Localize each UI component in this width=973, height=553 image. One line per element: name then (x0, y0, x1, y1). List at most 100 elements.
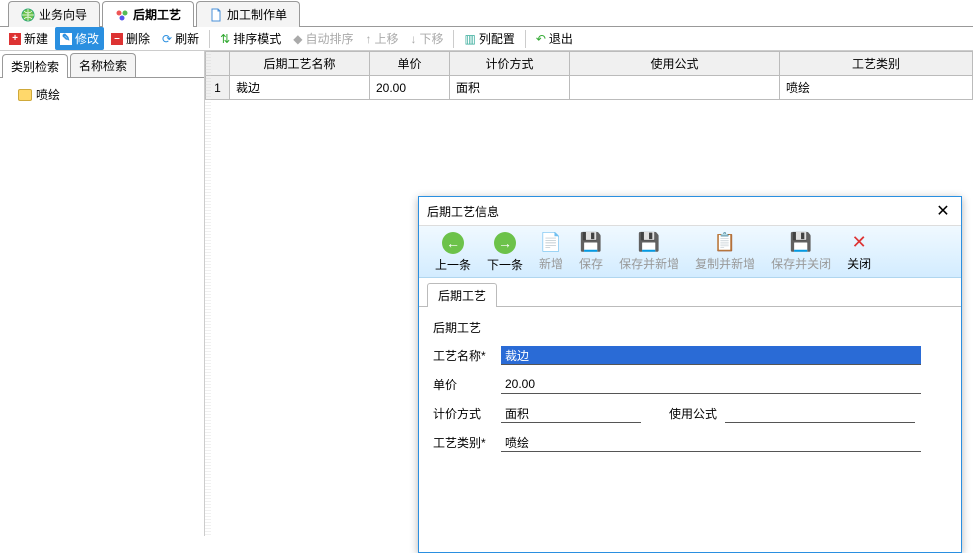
new-button[interactable]: + 新建 (4, 27, 53, 50)
section-title: 后期工艺 (433, 319, 947, 336)
btn-label: 删除 (126, 30, 150, 47)
palette-icon (115, 8, 129, 22)
dialog-toolbar: ← 上一条 → 下一条 📄 新增 💾 保存 💾 保存并新增 📋 复制并新增 💾 … (419, 226, 961, 278)
col-name[interactable]: 后期工艺名称 (230, 52, 370, 76)
exit-button[interactable]: ↶ 退出 (531, 27, 578, 50)
category-input[interactable] (501, 433, 921, 452)
col-method[interactable]: 计价方式 (450, 52, 570, 76)
btn-label: 列配置 (479, 30, 515, 47)
splitter-handle[interactable] (205, 51, 211, 536)
col-price[interactable]: 单价 (370, 52, 450, 76)
refresh-button[interactable]: ⟳ 刷新 (157, 27, 204, 50)
edit-button[interactable]: ✎ 修改 (55, 27, 104, 50)
sidebar-tabs: 类别检索 名称检索 (0, 51, 204, 78)
arrow-up-icon: ↑ (365, 32, 371, 46)
label-method: 计价方式 (433, 405, 493, 422)
cell-name: 裁边 (230, 76, 370, 100)
diamond-icon: ◆ (293, 32, 302, 46)
btn-label: 上移 (374, 30, 398, 47)
close-button[interactable]: ✕ 关闭 (839, 230, 879, 274)
save-icon: 💾 (580, 232, 602, 253)
btn-label: 下移 (419, 30, 443, 47)
save-close-icon: 💾 (790, 232, 812, 253)
columns-icon: ▥ (464, 32, 475, 46)
tab-biz-guide[interactable]: 业务向导 (8, 1, 100, 27)
tree-item-label: 喷绘 (36, 86, 60, 103)
arrow-left-icon: ← (442, 232, 464, 254)
btn-label: 退出 (549, 30, 573, 47)
tree-item-penhu[interactable]: 喷绘 (16, 84, 200, 105)
dialog-title: 后期工艺信息 (427, 203, 499, 220)
auto-sort-button[interactable]: ◆ 自动排序 (288, 27, 358, 50)
exit-icon: ↶ (536, 32, 546, 46)
dialog-body: 后期工艺 工艺名称* 单价 计价方式 使用公式 工艺类别* (419, 307, 961, 552)
btn-label: 新建 (24, 30, 48, 47)
move-up-button[interactable]: ↑ 上移 (360, 27, 403, 50)
prev-button[interactable]: ← 上一条 (427, 230, 479, 275)
label-price: 单价 (433, 376, 493, 393)
sort-icon: ⇅ (220, 32, 230, 46)
close-icon: ✕ (852, 232, 867, 253)
cell-price: 20.00 (370, 76, 450, 100)
plus-icon: + (9, 33, 21, 45)
save-add-button[interactable]: 💾 保存并新增 (611, 230, 687, 274)
edit-icon: ✎ (60, 33, 72, 45)
label-category: 工艺类别* (433, 434, 493, 451)
copy-icon: 📋 (714, 232, 736, 253)
process-info-dialog: 后期工艺信息 ✕ ← 上一条 → 下一条 📄 新增 💾 保存 💾 保存并新增 📋… (418, 196, 962, 553)
dialog-close-button[interactable]: ✕ (933, 201, 953, 221)
cell-formula (570, 76, 780, 100)
btn-label: 复制并新增 (695, 255, 755, 272)
method-input[interactable] (501, 404, 641, 423)
tab-label: 加工制作单 (227, 6, 287, 23)
app-tabs: 业务向导 后期工艺 加工制作单 (0, 0, 973, 27)
btn-label: 保存并新增 (619, 255, 679, 272)
globe-icon (21, 8, 35, 22)
label-formula: 使用公式 (669, 405, 717, 422)
formula-input[interactable] (725, 404, 915, 423)
name-input[interactable] (501, 346, 921, 365)
sidebar-tab-category[interactable]: 类别检索 (2, 54, 68, 78)
delete-button[interactable]: – 删除 (106, 27, 155, 50)
cell-method: 面积 (450, 76, 570, 100)
copy-add-button[interactable]: 📋 复制并新增 (687, 230, 763, 274)
label-name: 工艺名称* (433, 347, 493, 364)
tab-prod-order[interactable]: 加工制作单 (196, 1, 300, 27)
new-doc-icon: 📄 (540, 232, 562, 253)
add-button[interactable]: 📄 新增 (531, 230, 571, 274)
btn-label: 修改 (75, 30, 99, 47)
btn-label: 保存并关闭 (771, 255, 831, 272)
sort-mode-button[interactable]: ⇅ 排序模式 (215, 27, 286, 50)
arrow-down-icon: ↓ (410, 32, 416, 46)
tab-label: 业务向导 (39, 6, 87, 23)
main-toolbar: + 新建 ✎ 修改 – 删除 ⟳ 刷新 ⇅ 排序模式 ◆ 自动排序 ↑ 上移 ↓… (0, 27, 973, 51)
col-formula[interactable]: 使用公式 (570, 52, 780, 76)
separator (453, 30, 454, 48)
move-down-button[interactable]: ↓ 下移 (405, 27, 448, 50)
dialog-titlebar[interactable]: 后期工艺信息 ✕ (419, 197, 961, 226)
sidebar-tab-name[interactable]: 名称检索 (70, 53, 136, 77)
form-row-method: 计价方式 使用公式 (433, 404, 947, 423)
document-icon (209, 8, 223, 22)
dialog-tabs: 后期工艺 (419, 278, 961, 307)
folder-icon (18, 89, 32, 101)
col-config-button[interactable]: ▥ 列配置 (459, 27, 519, 50)
cell-category: 喷绘 (780, 76, 973, 100)
tab-label: 后期工艺 (133, 6, 181, 23)
tab-post-process[interactable]: 后期工艺 (102, 1, 194, 27)
dialog-tab-process[interactable]: 后期工艺 (427, 283, 497, 307)
btn-label: 新增 (539, 255, 563, 272)
minus-icon: – (111, 33, 123, 45)
table-row[interactable]: 1 裁边 20.00 面积 喷绘 (206, 76, 973, 100)
data-grid: 后期工艺名称 单价 计价方式 使用公式 工艺类别 1 裁边 20.00 面积 喷… (205, 51, 973, 100)
save-add-icon: 💾 (638, 232, 660, 253)
separator (209, 30, 210, 48)
btn-label: 下一条 (487, 256, 523, 273)
save-close-button[interactable]: 💾 保存并关闭 (763, 230, 839, 274)
next-button[interactable]: → 下一条 (479, 230, 531, 275)
price-input[interactable] (501, 375, 921, 394)
form-row-name: 工艺名称* (433, 346, 947, 365)
col-category[interactable]: 工艺类别 (780, 52, 973, 76)
refresh-icon: ⟳ (162, 32, 172, 46)
save-button[interactable]: 💾 保存 (571, 230, 611, 274)
